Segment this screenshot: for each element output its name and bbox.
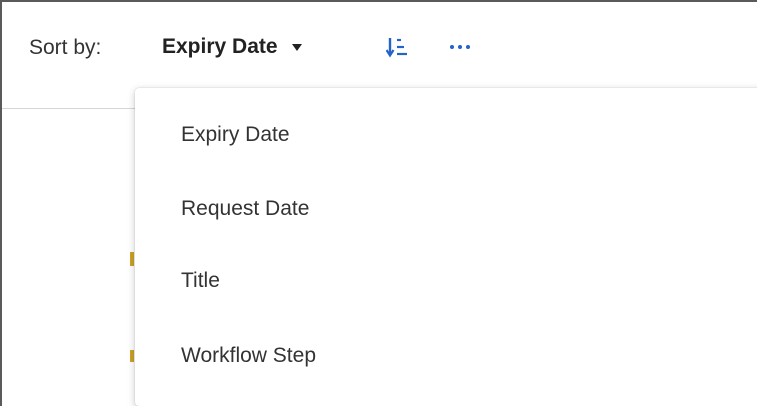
caret-down-icon (291, 44, 302, 51)
menu-item-label: Request Date (181, 197, 310, 220)
menu-item-label: Expiry Date (181, 123, 290, 146)
sort-options-menu: Expiry Date Request Date Title Workflow … (135, 88, 757, 406)
menu-item-label: Workflow Step (181, 344, 316, 367)
sort-ascending-icon[interactable] (386, 36, 408, 58)
menu-item-label: Title (181, 269, 220, 292)
menu-item-workflow-step[interactable]: Workflow Step (135, 321, 757, 391)
more-horizontal-icon[interactable] (448, 36, 472, 58)
window-frame: Sort by: Expiry Date Expiry Date Request… (0, 0, 757, 406)
menu-item-title[interactable]: Title (135, 246, 757, 316)
selected-sort-value: Expiry Date (162, 35, 278, 58)
sort-by-label: Sort by: (29, 36, 102, 59)
menu-item-expiry-date[interactable]: Expiry Date (135, 100, 757, 170)
menu-item-request-date[interactable]: Request Date (135, 174, 757, 244)
background-marker (130, 350, 134, 362)
background-marker (130, 252, 134, 266)
sort-dropdown[interactable]: Expiry Date (162, 32, 302, 62)
